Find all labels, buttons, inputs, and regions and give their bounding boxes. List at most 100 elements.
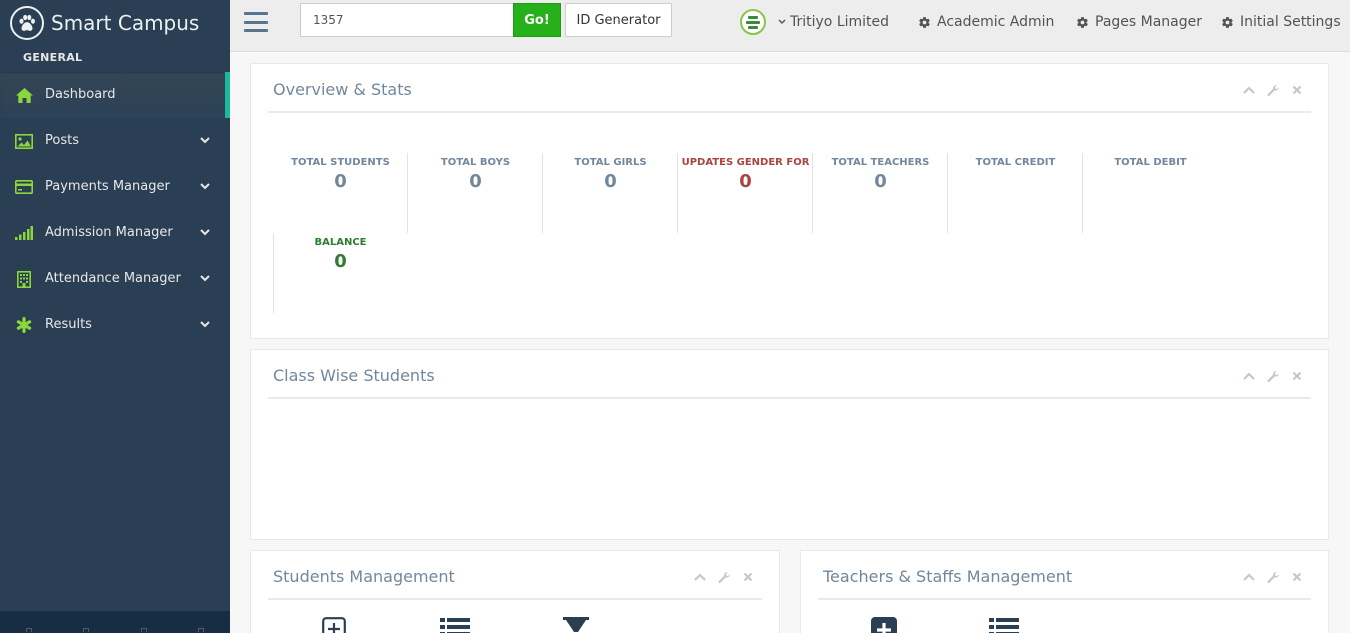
pages-manager-label: Pages Manager bbox=[1095, 14, 1203, 30]
sidebar-footer bbox=[0, 611, 230, 633]
panel-divider bbox=[268, 397, 1311, 399]
panel-tools bbox=[1242, 83, 1304, 97]
close-icon[interactable] bbox=[741, 570, 755, 584]
sidebar-item-results[interactable]: Results bbox=[0, 302, 230, 348]
section-label: GENERAL bbox=[23, 51, 83, 64]
gear-icon bbox=[1076, 16, 1089, 29]
initial-settings-label: Initial Settings bbox=[1240, 14, 1341, 30]
chevron-down-icon bbox=[200, 317, 210, 332]
sidebar-item-dashboard[interactable]: Dashboard bbox=[0, 72, 230, 118]
footer-settings-icon[interactable] bbox=[25, 628, 32, 632]
stat-value: 0 bbox=[334, 171, 347, 192]
panel-title: Students Management bbox=[273, 567, 455, 586]
collapse-icon[interactable] bbox=[1242, 83, 1256, 97]
class-wise-panel: Class Wise Students bbox=[250, 349, 1329, 540]
panel-title: Class Wise Students bbox=[273, 366, 435, 385]
top-nav: Go! ID Generator Tritiyo Limited Academi… bbox=[230, 0, 1350, 52]
wrench-icon[interactable] bbox=[1266, 83, 1280, 97]
sidebar-menu: Dashboard Posts Payments Manager Admissi… bbox=[0, 72, 230, 348]
sidebar-item-label: Results bbox=[45, 317, 92, 332]
sidebar-item-label: Payments Manager bbox=[45, 179, 170, 194]
close-icon[interactable] bbox=[1290, 369, 1304, 383]
sidebar-item-posts[interactable]: Posts bbox=[0, 118, 230, 164]
stat-label: TOTAL GIRLS bbox=[574, 157, 647, 168]
sidebar: Smart Campus GENERAL Dashboard Posts Pay… bbox=[0, 0, 230, 633]
hourglass-icon[interactable] bbox=[563, 617, 589, 633]
stat-value: 0 bbox=[874, 171, 887, 192]
gear-icon bbox=[918, 16, 931, 29]
building-icon bbox=[15, 270, 33, 288]
initial-settings-link[interactable]: Initial Settings bbox=[1221, 14, 1341, 30]
stat-label: TOTAL DEBIT bbox=[1114, 157, 1187, 168]
close-icon[interactable] bbox=[1290, 83, 1304, 97]
collapse-icon[interactable] bbox=[1242, 570, 1256, 584]
chevron-down-icon bbox=[200, 133, 210, 148]
panel-title: Overview & Stats bbox=[273, 80, 412, 99]
sidebar-item-label: Admission Manager bbox=[45, 225, 173, 240]
gear-icon bbox=[1221, 16, 1234, 29]
sidebar-item-attendance-manager[interactable]: Attendance Manager bbox=[0, 256, 230, 302]
org-name: Tritiyo Limited bbox=[790, 14, 890, 30]
stat-updates-gender-for: UPDATES GENDER FOR 0 bbox=[678, 153, 813, 233]
panel-divider bbox=[268, 111, 1311, 113]
chevron-down-icon bbox=[200, 271, 210, 286]
stat-label: UPDATES GENDER FOR bbox=[681, 157, 810, 168]
paw-icon bbox=[10, 6, 44, 40]
pages-manager-link[interactable]: Pages Manager bbox=[1076, 14, 1202, 30]
org-logo-icon[interactable] bbox=[740, 9, 766, 35]
org-dropdown[interactable]: Tritiyo Limited bbox=[778, 14, 889, 30]
credit-card-icon bbox=[15, 178, 33, 196]
stat-label: TOTAL STUDENTS bbox=[291, 157, 390, 168]
academic-admin-label: Academic Admin bbox=[937, 14, 1055, 30]
plus-square-icon[interactable] bbox=[871, 617, 897, 633]
academic-admin-link[interactable]: Academic Admin bbox=[918, 14, 1054, 30]
list-icon[interactable] bbox=[440, 617, 470, 633]
brand[interactable]: Smart Campus bbox=[0, 0, 230, 46]
collapse-icon[interactable] bbox=[693, 570, 707, 584]
panel-tools bbox=[1242, 369, 1304, 383]
stat-total-boys: TOTAL BOYS 0 bbox=[408, 153, 543, 233]
brand-title: Smart Campus bbox=[51, 11, 200, 35]
stat-total-teachers: TOTAL TEACHERS 0 bbox=[813, 153, 948, 233]
stat-value: 0 bbox=[604, 171, 617, 192]
students-management-panel: Students Management bbox=[250, 550, 780, 633]
stat-label: TOTAL TEACHERS bbox=[831, 157, 930, 168]
footer-lock-icon[interactable] bbox=[140, 628, 147, 632]
wrench-icon[interactable] bbox=[1266, 369, 1280, 383]
panel-tools bbox=[1242, 570, 1304, 584]
stat-total-girls: TOTAL GIRLS 0 bbox=[543, 153, 678, 233]
panel-divider bbox=[818, 598, 1311, 600]
search-input[interactable] bbox=[300, 3, 514, 37]
panel-tools bbox=[693, 570, 755, 584]
sidebar-item-admission-manager[interactable]: Admission Manager bbox=[0, 210, 230, 256]
image-icon bbox=[15, 132, 33, 150]
collapse-icon[interactable] bbox=[1242, 369, 1256, 383]
plus-square-icon[interactable] bbox=[322, 617, 346, 633]
stat-total-credit: TOTAL CREDIT bbox=[948, 153, 1083, 233]
go-button[interactable]: Go! bbox=[513, 3, 561, 37]
stat-total-debit: TOTAL DEBIT bbox=[1083, 153, 1218, 233]
sidebar-item-payments-manager[interactable]: Payments Manager bbox=[0, 164, 230, 210]
wrench-icon[interactable] bbox=[1266, 570, 1280, 584]
close-icon[interactable] bbox=[1290, 570, 1304, 584]
overview-panel: Overview & Stats TOTAL STUDENTS 0 TOTAL … bbox=[250, 63, 1329, 339]
wrench-icon[interactable] bbox=[717, 570, 731, 584]
id-generator-button[interactable]: ID Generator bbox=[565, 3, 672, 37]
stat-label: TOTAL BOYS bbox=[440, 157, 511, 168]
footer-fullscreen-icon[interactable] bbox=[83, 628, 90, 632]
stat-value: 0 bbox=[739, 171, 752, 192]
stat-balance: BALANCE 0 bbox=[273, 233, 408, 313]
sidebar-item-label: Posts bbox=[45, 133, 79, 148]
menu-toggle-icon[interactable] bbox=[244, 12, 268, 32]
chevron-down-icon bbox=[200, 225, 210, 240]
stat-total-students: TOTAL STUDENTS 0 bbox=[273, 153, 408, 233]
home-icon bbox=[15, 86, 33, 104]
chevron-down-icon bbox=[778, 19, 786, 25]
signal-icon bbox=[15, 224, 33, 242]
list-icon[interactable] bbox=[989, 617, 1019, 633]
teachers-staffs-management-panel: Teachers & Staffs Management bbox=[800, 550, 1329, 633]
stat-value: 0 bbox=[334, 251, 347, 272]
stat-value: 0 bbox=[469, 171, 482, 192]
chevron-down-icon bbox=[200, 179, 210, 194]
footer-logout-icon[interactable] bbox=[198, 628, 205, 632]
